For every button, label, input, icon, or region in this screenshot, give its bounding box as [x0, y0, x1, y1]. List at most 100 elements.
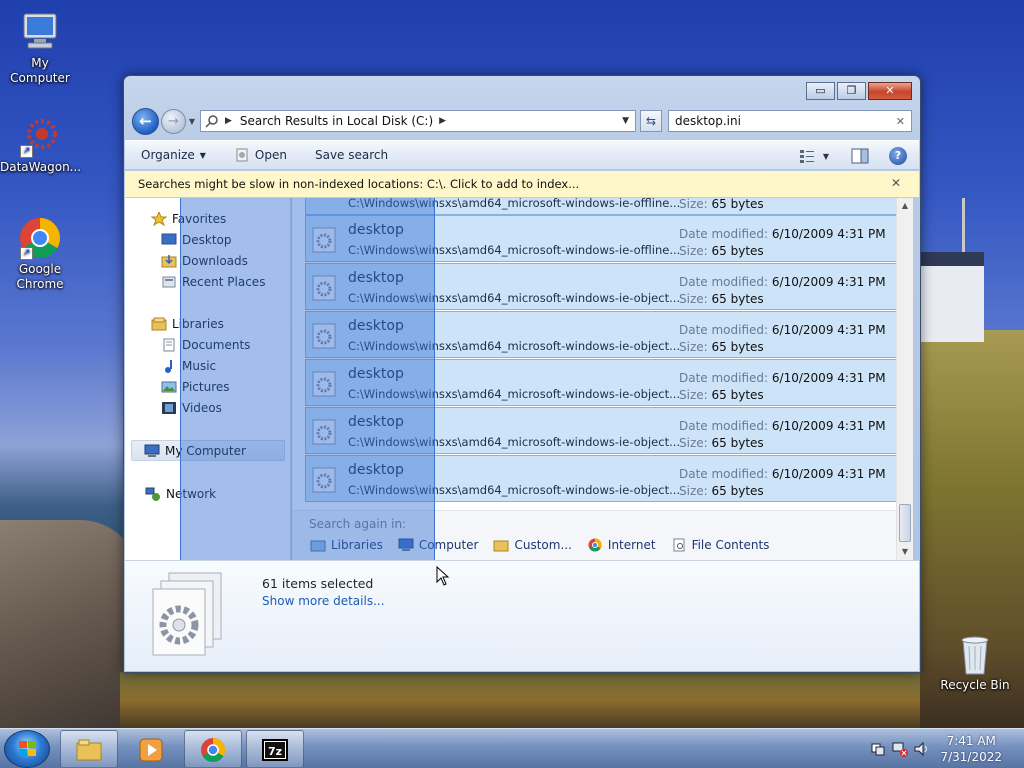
chevron-down-icon: ▼: [199, 150, 206, 160]
view-dropdown-icon[interactable]: ▼: [823, 152, 829, 161]
organize-button[interactable]: Organize ▼: [141, 148, 206, 162]
save-search-button[interactable]: Save search: [315, 148, 388, 162]
folder-icon: [76, 739, 102, 761]
link-label: Internet: [607, 538, 656, 552]
show-more-details-link[interactable]: Show more details...: [262, 594, 385, 608]
clock[interactable]: 7:41 AM 7/31/2022: [940, 733, 1002, 765]
item-date: Date modified: 6/10/2009 4:31 PM: [679, 227, 886, 241]
datawagon-icon: ↗: [18, 114, 62, 158]
item-size: Size: 65 bytes: [679, 292, 764, 306]
7zip-icon: 7z: [262, 739, 288, 761]
taskbar-explorer[interactable]: [60, 730, 118, 768]
preview-pane-icon[interactable]: [851, 148, 869, 164]
svg-text:7z: 7z: [268, 745, 282, 758]
network-icon: [145, 487, 160, 501]
selection-rectangle: [180, 198, 435, 560]
details-pane: 61 items selected Show more details...: [125, 560, 919, 671]
clear-search-icon[interactable]: ✕: [896, 115, 905, 128]
item-date: Date modified: 6/10/2009 4:31 PM: [679, 323, 886, 337]
clock-time: 7:41 AM: [946, 734, 996, 748]
desktop-icon-recycle-bin[interactable]: Recycle Bin: [935, 632, 1015, 693]
recycle-bin-icon: [953, 632, 997, 676]
libraries-icon: [151, 317, 167, 330]
open-file-icon: [236, 148, 248, 162]
shortcut-arrow-icon: ↗: [20, 145, 33, 158]
scroll-thumb[interactable]: [899, 504, 911, 542]
search-again-file-contents[interactable]: File Contents: [671, 538, 769, 552]
selection-count: 61 items selected: [262, 576, 374, 591]
videos-icon: [162, 401, 176, 414]
chrome-icon: [201, 738, 226, 763]
address-dropdown-icon[interactable]: ▼: [622, 116, 629, 126]
address-row: ← → ▼ ▶ Search Results in Local Disk (C:…: [132, 107, 912, 135]
shortcut-arrow-icon: ↗: [20, 247, 33, 260]
open-button[interactable]: Open: [234, 148, 287, 162]
media-player-icon: [139, 738, 163, 762]
toolbar-right: ▼ ?: [799, 147, 907, 165]
forward-button[interactable]: →: [161, 108, 186, 134]
vertical-scrollbar[interactable]: ▲ ▼: [896, 198, 913, 560]
taskbar-media-player[interactable]: [122, 730, 180, 768]
close-button[interactable]: ✕: [868, 82, 912, 100]
refresh-button[interactable]: ⇆: [640, 110, 662, 132]
taskbar-7zip[interactable]: 7z: [246, 730, 304, 768]
view-options-icon[interactable]: [799, 148, 815, 164]
search-again-custom[interactable]: Custom...: [493, 538, 572, 552]
item-date: Date modified: 6/10/2009 4:31 PM: [679, 275, 886, 289]
desktop-icon-label: Google Chrome: [16, 262, 64, 291]
maximize-button[interactable]: ❐: [837, 82, 866, 100]
window-controls: ▭ ❐ ✕: [806, 82, 912, 100]
downloads-folder-icon: [161, 254, 177, 267]
search-value: desktop.ini: [675, 114, 741, 128]
index-infobar[interactable]: Searches might be slow in non-indexed lo…: [125, 171, 919, 198]
open-label: Open: [254, 148, 287, 162]
scroll-up-icon[interactable]: ▲: [897, 198, 913, 214]
file-contents-icon: [673, 538, 685, 552]
chrome-icon: ↗: [18, 216, 62, 260]
system-tray: 7:41 AM 7/31/2022: [856, 729, 1024, 768]
desktop-icon-label: Recycle Bin: [940, 678, 1010, 692]
item-size: Size: 65 bytes: [679, 436, 764, 450]
chrome-icon: [588, 538, 602, 552]
item-size: Size: 65 bytes: [679, 484, 764, 498]
desktop-icon-datawagon[interactable]: ↗ DataWagon...: [0, 114, 82, 175]
item-size: Size: 65 bytes: [679, 340, 764, 354]
minimize-button[interactable]: ▭: [806, 82, 835, 100]
volume-icon[interactable]: [914, 741, 930, 757]
item-date: Date modified: 6/10/2009 4:31 PM: [679, 371, 886, 385]
organize-label: Organize: [141, 148, 195, 162]
help-icon[interactable]: ?: [889, 147, 907, 165]
star-icon: [151, 211, 167, 226]
taskbar: 7z 7:41 AM 7/31/2022: [0, 728, 1024, 768]
clock-date: 7/31/2022: [940, 750, 1002, 764]
desktop-icon-my-computer[interactable]: My Computer: [0, 10, 80, 86]
search-input[interactable]: desktop.ini ✕: [668, 110, 912, 132]
computer-icon: [18, 10, 62, 54]
search-again-internet[interactable]: Internet: [587, 538, 656, 552]
desktop-icon-google-chrome[interactable]: ↗ Google Chrome: [0, 216, 80, 292]
desktop-icon-label: My Computer: [10, 56, 70, 85]
start-button[interactable]: [4, 730, 50, 768]
recent-places-icon: [162, 276, 176, 287]
scroll-down-icon[interactable]: ▼: [897, 544, 913, 560]
breadcrumb[interactable]: Search Results in Local Disk (C:): [240, 114, 433, 128]
item-size: Size: 65 bytes: [679, 388, 764, 402]
breadcrumb-chevron-icon[interactable]: ▶: [439, 116, 446, 126]
taskbar-chrome[interactable]: [184, 730, 242, 768]
close-infobar-icon[interactable]: ✕: [891, 176, 901, 190]
wallpaper-rocks: [0, 520, 140, 730]
wallpaper-shore: [120, 672, 920, 728]
action-center-icon[interactable]: [870, 741, 886, 757]
save-search-label: Save search: [314, 148, 389, 162]
back-button[interactable]: ←: [132, 107, 159, 135]
network-status-icon[interactable]: [892, 741, 908, 757]
mouse-cursor-icon: [436, 566, 450, 586]
desktop-icon-label: DataWagon...: [0, 160, 82, 174]
recent-pages-dropdown[interactable]: ▼: [186, 117, 198, 126]
music-icon: [165, 359, 172, 373]
breadcrumb-chevron-icon[interactable]: ▶: [225, 116, 232, 126]
wallpaper-house: [920, 252, 984, 342]
address-bar[interactable]: ▶ Search Results in Local Disk (C:) ▶ ▼: [200, 110, 636, 132]
custom-folder-icon: [493, 540, 509, 552]
item-date: Date modified: 6/10/2009 4:31 PM: [679, 419, 886, 433]
